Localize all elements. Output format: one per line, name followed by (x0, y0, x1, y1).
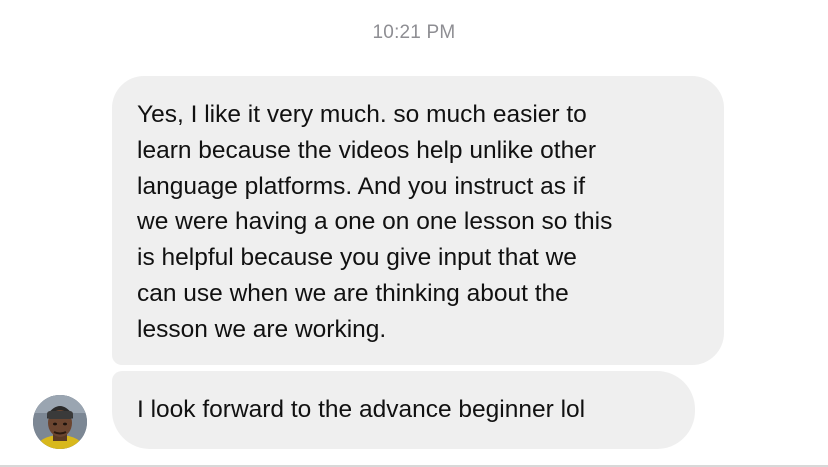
message-text-line: is helpful because you give input that w… (137, 244, 577, 272)
message-text: I look forward to the advance beginner l… (137, 396, 586, 424)
avatar-icon[interactable] (33, 395, 87, 449)
message-text-line: language platforms. And you instruct as … (137, 172, 586, 200)
message-text-line: can use when we are thinking about the (137, 279, 569, 307)
message-bubble[interactable]: Yes, I like it very much. so much easier… (112, 76, 724, 365)
message-text-line: learn because the videos help unlike oth… (137, 136, 597, 164)
message-bubble[interactable]: I look forward to the advance beginner l… (112, 371, 695, 449)
message-text-line: Yes, I like it very much. so much easier… (137, 101, 587, 128)
message-timestamp: 10:21 PM (372, 22, 456, 43)
message-text-line: lesson we are working. (137, 315, 387, 343)
message-text-line: we were having a one on one lesson so th… (137, 208, 613, 236)
user-avatar-photo-icon (33, 395, 87, 449)
